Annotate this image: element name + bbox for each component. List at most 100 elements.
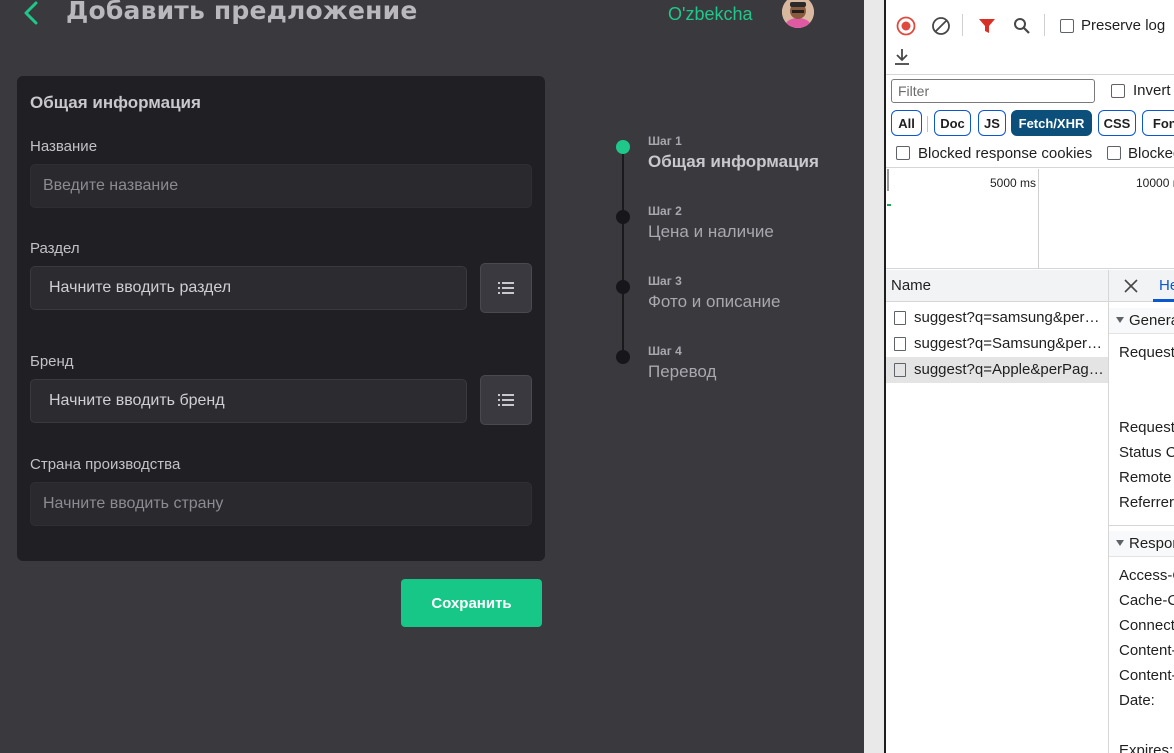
type-css-chip[interactable]: CSS <box>1098 110 1136 136</box>
header-key: Cache-Control: <box>1119 592 1174 609</box>
general-section-label: General <box>1129 312 1174 329</box>
section-list-button[interactable] <box>480 263 532 313</box>
request-name: suggest?q=samsung&perPage=10 <box>914 309 1104 326</box>
request-detail-pane: Headers General Request URL: Request Met… <box>1109 270 1174 753</box>
preserve-log-label: Preserve log <box>1081 17 1166 34</box>
blocked-cookies-label: Blocked response cookies <box>918 145 1093 162</box>
timeline-overview[interactable]: 5000 ms 10000 ms <box>886 169 1174 269</box>
section-divider <box>1109 525 1174 526</box>
request-row-selected[interactable]: suggest?q=Apple&perPage=10 <box>886 357 1108 383</box>
header-key: Expires: <box>1119 742 1174 753</box>
step-number: Шаг 4 <box>648 344 682 358</box>
step-3[interactable]: Шаг 3 Фото и описание <box>600 270 860 330</box>
close-icon <box>1124 279 1138 293</box>
panel-divider[interactable] <box>864 0 884 753</box>
blocked-requests-label: Blocked <box>1128 145 1174 162</box>
toolbar-divider <box>1044 14 1045 36</box>
step-1[interactable]: Шаг 1 Общая информация <box>600 130 860 190</box>
document-icon <box>894 311 906 325</box>
steps-progress: Шаг 1 Общая информация Шаг 2 Цена и нали… <box>600 130 860 390</box>
triangle-down-icon <box>1116 540 1124 546</box>
country-label: Страна производства <box>30 456 181 473</box>
header-key: Content-Encoding: <box>1119 642 1174 659</box>
blocked-cookies-checkbox[interactable] <box>896 146 910 160</box>
section-input[interactable]: Начните вводить раздел <box>30 266 467 310</box>
devtools-network-panel: Preserve log Filter Invert All Doc JS Fe… <box>886 0 1174 753</box>
step-dot <box>616 350 630 364</box>
step-2[interactable]: Шаг 2 Цена и наличие <box>600 200 860 260</box>
name-column-header[interactable]: Name <box>886 270 1108 302</box>
request-row[interactable]: suggest?q=samsung&perPage=10 <box>886 305 1108 331</box>
header-key: Connection: <box>1119 617 1174 634</box>
response-headers-section-header[interactable]: Response Headers <box>1109 531 1174 557</box>
response-section-label: Response Headers <box>1129 535 1174 552</box>
type-js-chip[interactable]: JS <box>978 110 1006 136</box>
avatar[interactable] <box>782 0 814 28</box>
request-bar <box>887 204 891 206</box>
chevron-left-icon <box>24 1 38 25</box>
header-key: Request Method: <box>1119 419 1174 436</box>
close-detail-button[interactable] <box>1123 278 1139 294</box>
timeline-label: 10000 ms <box>1136 176 1174 190</box>
stop-recording-button[interactable] <box>894 14 918 38</box>
step-number: Шаг 3 <box>648 274 682 288</box>
list-icon <box>498 282 514 294</box>
language-switch-link[interactable]: O'zbekcha <box>668 4 752 25</box>
import-har-button[interactable] <box>890 45 914 69</box>
type-fetch-xhr-chip[interactable]: Fetch/XHR <box>1011 110 1092 136</box>
back-button[interactable] <box>18 0 44 28</box>
search-icon <box>1014 18 1030 34</box>
network-toolbar: Preserve log <box>886 0 1174 75</box>
blocked-options-row: Blocked response cookies Blocked <box>886 140 1174 168</box>
document-icon <box>894 363 906 377</box>
timeline-label: 5000 ms <box>990 176 1037 190</box>
save-button[interactable]: Сохранить <box>401 579 542 627</box>
active-tab-indicator <box>1153 299 1174 302</box>
brand-input[interactable]: Начните вводить бренд <box>30 379 467 423</box>
request-name: suggest?q=Samsung&perPage=10 <box>914 335 1104 352</box>
invert-checkbox[interactable] <box>1111 84 1125 98</box>
step-dot <box>616 140 630 154</box>
step-name: Фото и описание <box>648 292 781 311</box>
type-font-chip[interactable]: Font <box>1142 110 1174 136</box>
timeline-cursor <box>887 169 889 191</box>
filter-input[interactable]: Filter <box>891 79 1095 103</box>
preserve-log-checkbox[interactable] <box>1060 19 1074 33</box>
name-input[interactable]: Введите название <box>30 164 532 208</box>
header-key: Remote Address: <box>1119 469 1174 486</box>
name-label: Название <box>30 138 98 155</box>
header-key: Date: <box>1119 692 1155 709</box>
header-key: Access-Control-Allow-Origin: <box>1119 567 1174 584</box>
filter-toggle-button[interactable] <box>975 14 999 38</box>
general-info-card: Общая информация Название Введите назван… <box>17 76 545 561</box>
download-icon <box>895 49 909 65</box>
step-4[interactable]: Шаг 4 Перевод <box>600 340 860 400</box>
step-dot <box>616 280 630 294</box>
step-name: Общая информация <box>648 152 819 171</box>
search-button[interactable] <box>1010 14 1034 38</box>
toolbar-divider <box>962 14 963 36</box>
brand-list-button[interactable] <box>480 375 532 425</box>
record-icon <box>896 16 916 36</box>
step-number: Шаг 2 <box>648 204 682 218</box>
step-name: Цена и наличие <box>648 222 774 241</box>
document-icon <box>894 337 906 351</box>
chip-divider <box>927 116 928 132</box>
header-key: Request URL: <box>1119 344 1174 361</box>
section-label: Раздел <box>30 240 80 257</box>
country-input[interactable]: Начните вводить страну <box>30 482 532 526</box>
blocked-requests-checkbox[interactable] <box>1107 146 1121 160</box>
page-title: Добавить предложение <box>66 0 418 25</box>
type-all-chip[interactable]: All <box>891 110 922 136</box>
clear-button[interactable] <box>929 14 953 38</box>
tab-headers[interactable]: Headers <box>1159 277 1174 294</box>
avatar-icon <box>782 0 814 28</box>
type-doc-chip[interactable]: Doc <box>934 110 971 136</box>
request-row[interactable]: suggest?q=Samsung&perPage=10 <box>886 331 1108 357</box>
card-title: Общая информация <box>30 93 201 112</box>
step-name: Перевод <box>648 362 717 381</box>
clear-icon <box>932 17 950 35</box>
invert-label: Invert <box>1133 82 1171 99</box>
general-section-header[interactable]: General <box>1109 308 1174 334</box>
header-key: Referrer Policy: <box>1119 494 1174 511</box>
